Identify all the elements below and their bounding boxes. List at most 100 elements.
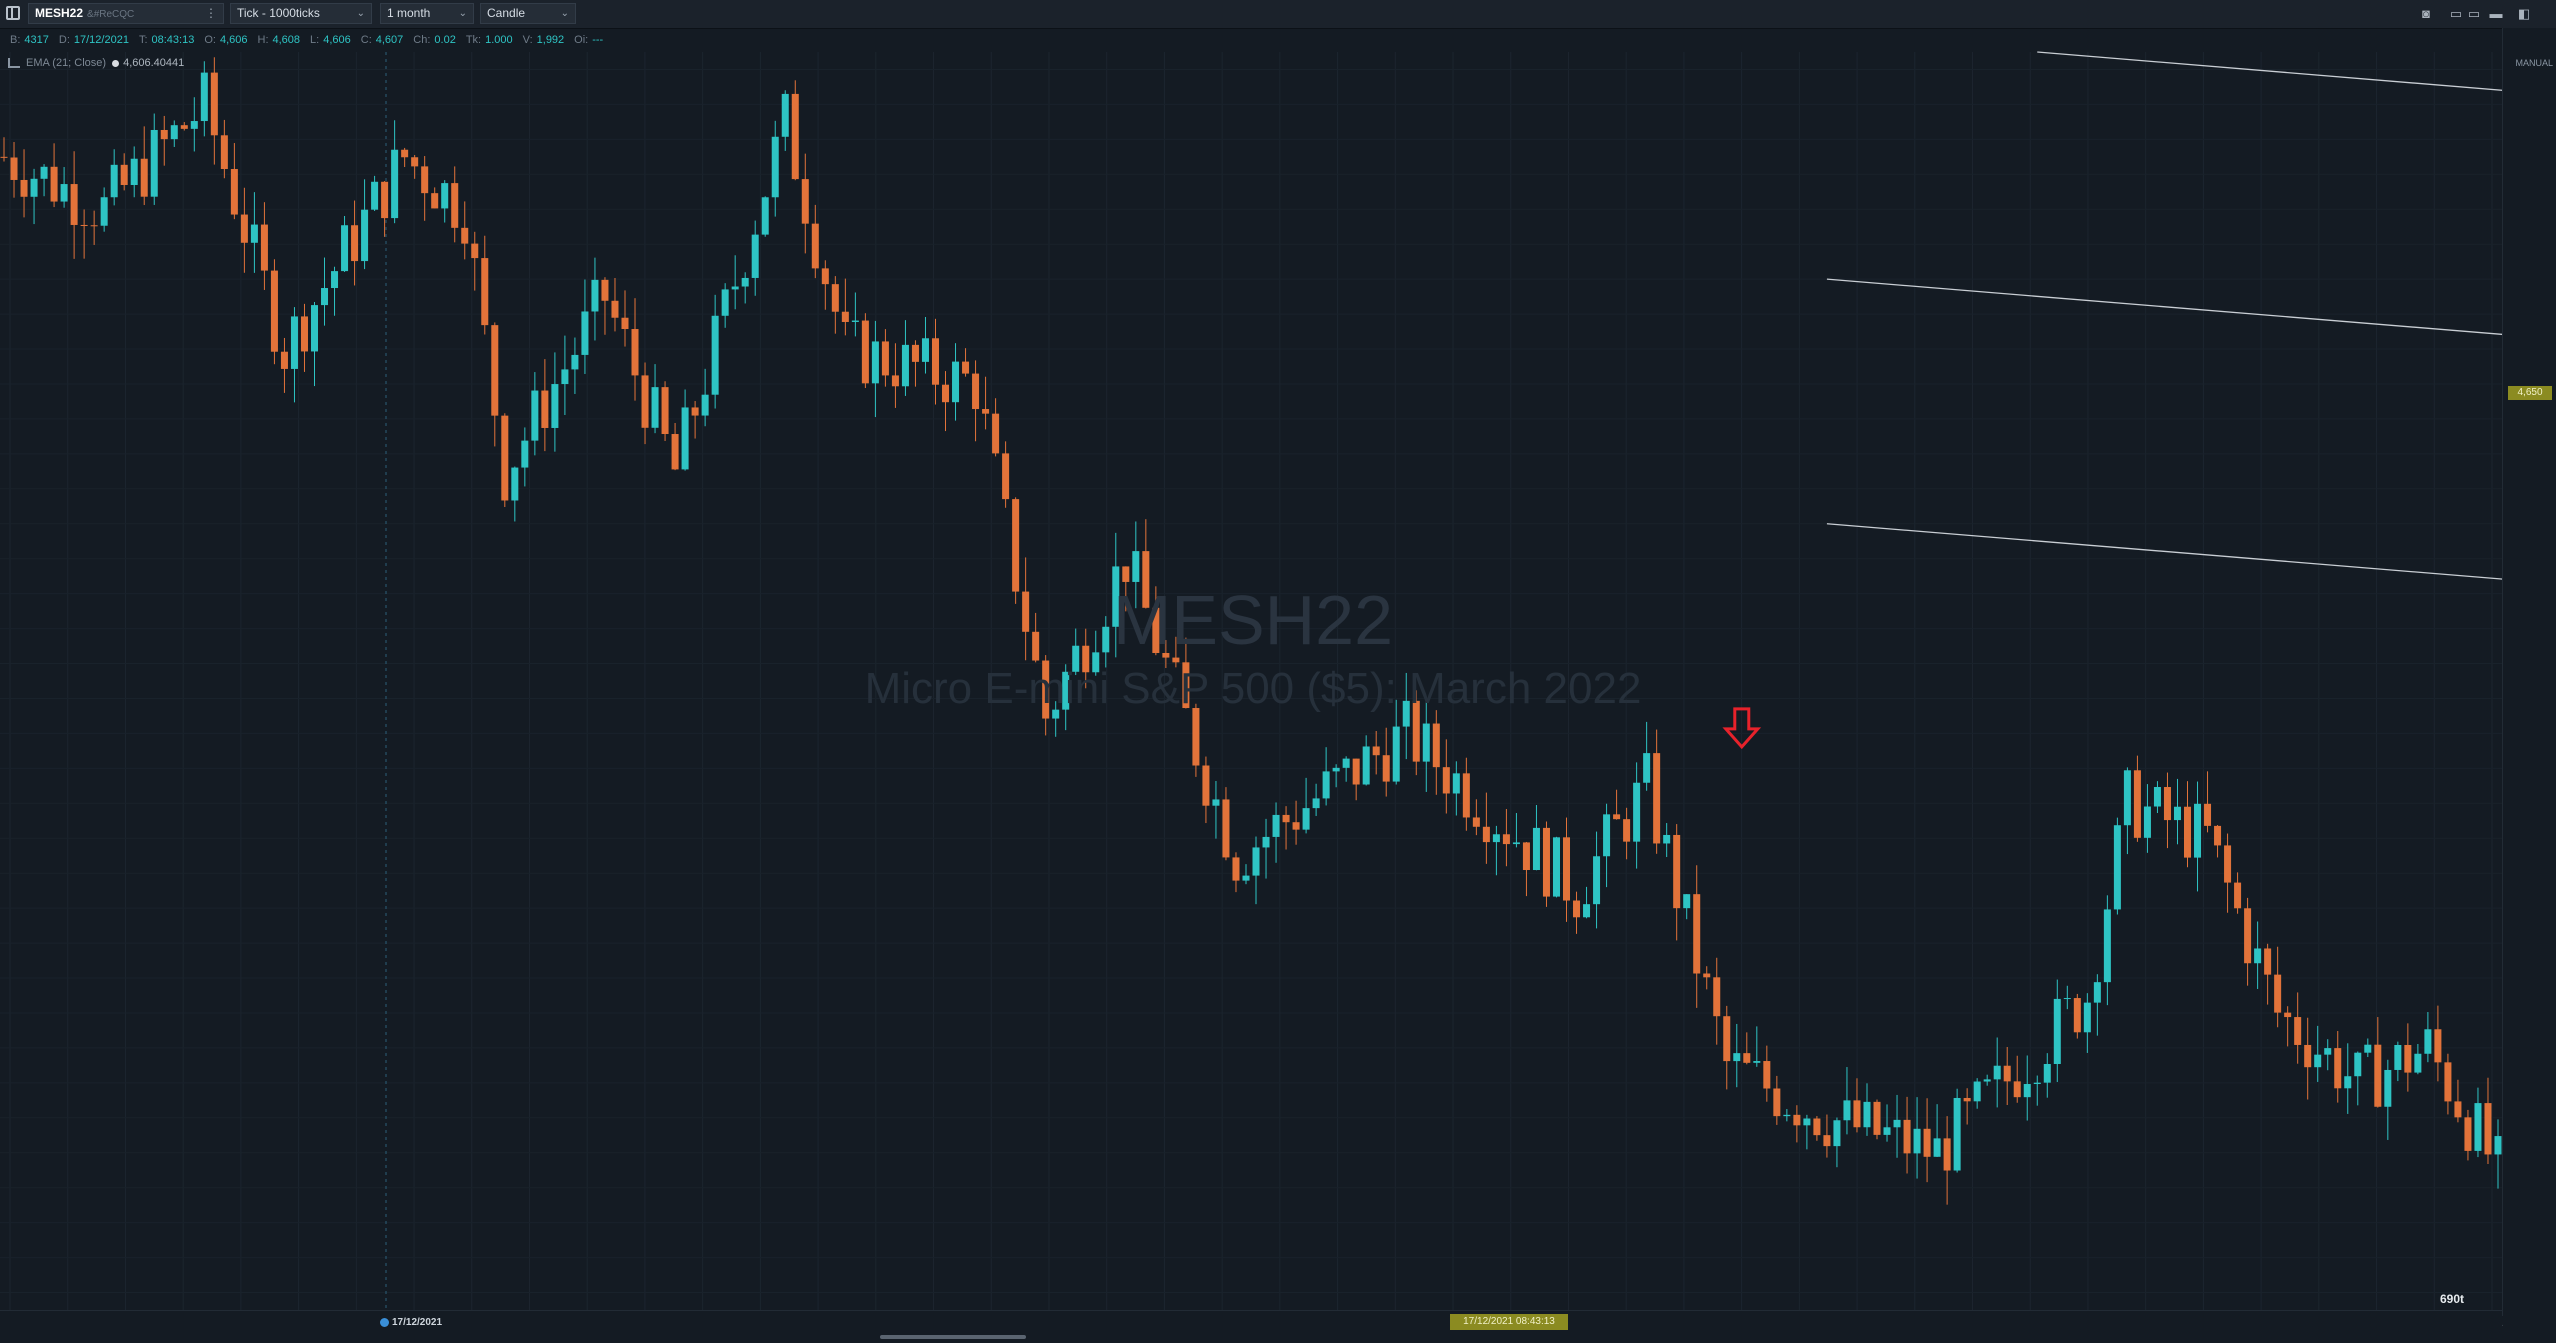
- ohlc-infobar: B: 4317 D: 17/12/2021 T: 08:43:13 O: 4,606 H: 4,6…: [0, 34, 603, 50]
- candle: [1673, 824, 1681, 941]
- candle: [1382, 727, 1390, 797]
- candle: [10, 142, 18, 198]
- info-field: T: 08:43:13: [139, 34, 194, 46]
- candle: [331, 266, 339, 316]
- candle: [50, 143, 58, 208]
- candle: [1763, 1045, 1771, 1102]
- info-field: O: 4,606: [204, 34, 247, 46]
- info-field: D: 17/12/2021: [59, 34, 129, 46]
- candle: [791, 80, 799, 181]
- candle: [2083, 993, 2091, 1053]
- candle: [2214, 825, 2222, 858]
- style-select[interactable]: Candle ⌄: [480, 3, 576, 24]
- candle: [2414, 1043, 2422, 1075]
- candle: [541, 359, 549, 452]
- candle: [2264, 943, 2272, 1005]
- tick-counter: 690t: [2440, 1292, 2465, 1306]
- chat-icon[interactable]: ◙: [2418, 6, 2434, 22]
- layout-1-icon[interactable]: ▭: [2448, 6, 2464, 22]
- candle: [2033, 1075, 2041, 1106]
- range-select[interactable]: 1 month ⌄: [380, 3, 474, 24]
- symbol-menu-icon[interactable]: ⋮: [205, 4, 217, 23]
- candle: [140, 126, 148, 206]
- candle: [421, 156, 429, 221]
- candle: [1362, 735, 1370, 786]
- candle: [2194, 781, 2202, 892]
- candle: [1593, 831, 1601, 929]
- candle: [1923, 1098, 1931, 1183]
- candle: [321, 257, 329, 326]
- candle: [2153, 781, 2161, 814]
- candle: [381, 181, 389, 237]
- candle: [2454, 1079, 2462, 1123]
- info-value: 4,606: [219, 34, 248, 46]
- candle: [2494, 1119, 2502, 1189]
- candle: [962, 348, 970, 377]
- info-value: 08:43:13: [151, 34, 195, 46]
- candle: [230, 143, 238, 220]
- watermark-symbol: MESH22: [1112, 581, 1394, 659]
- candle: [1653, 729, 1661, 854]
- candle: [90, 210, 98, 245]
- info-field: C: 4,607: [361, 34, 404, 46]
- candle: [1833, 1117, 1841, 1168]
- candle: [1973, 1078, 1981, 1109]
- layout-2-icon[interactable]: ▭: [2466, 6, 2482, 22]
- symbol-field[interactable]: MESH22 &#ReCQC ⋮: [28, 3, 224, 24]
- candle: [1953, 1088, 1961, 1173]
- candle: [200, 61, 208, 137]
- time-scrollbar[interactable]: [880, 1335, 1026, 1339]
- candle: [1803, 1114, 1811, 1150]
- candle: [731, 255, 739, 310]
- candle: [1933, 1104, 1941, 1157]
- candle: [270, 259, 278, 365]
- candle: [2043, 1053, 2051, 1098]
- candle: [521, 427, 529, 487]
- indicator-dot-icon: [112, 59, 120, 67]
- range-value: 1 month: [387, 6, 431, 20]
- price-axis[interactable]: MANUAL: [2502, 28, 2556, 1316]
- candle: [1823, 1114, 1831, 1158]
- candle: [210, 57, 218, 165]
- candle: [1322, 747, 1330, 806]
- time-axis[interactable]: [0, 1310, 2502, 1343]
- layout-3-icon[interactable]: ▬: [2488, 6, 2504, 22]
- candle: [952, 343, 960, 421]
- candle: [461, 201, 469, 260]
- indicator-legend[interactable]: EMA (21; Close) 4,606.40441: [8, 57, 184, 69]
- candle: [1452, 761, 1460, 816]
- info-key: Ch:: [413, 34, 431, 46]
- candle: [2284, 1006, 2292, 1047]
- candle: [831, 276, 839, 334]
- info-field: V: 1,992: [523, 34, 565, 46]
- candle: [30, 168, 38, 225]
- info-field: Oi: ---: [574, 34, 603, 46]
- candle: [2324, 1039, 2332, 1071]
- candle: [671, 423, 679, 471]
- candle: [150, 113, 158, 205]
- info-field: L: 4,606: [310, 34, 351, 46]
- candle: [1252, 836, 1260, 905]
- candle: [1212, 780, 1220, 839]
- interval-select[interactable]: Tick - 1000ticks ⌄: [230, 3, 372, 24]
- candle: [621, 290, 629, 347]
- candle: [861, 313, 869, 389]
- candle: [130, 146, 138, 198]
- info-value: 17/12/2021: [73, 34, 129, 46]
- candle: [491, 322, 499, 447]
- candle: [591, 257, 599, 341]
- price-axis-mode[interactable]: MANUAL: [2515, 58, 2553, 68]
- candle: [1262, 818, 1270, 879]
- candle: [531, 372, 539, 456]
- candle: [1442, 739, 1450, 814]
- candle: [1432, 710, 1440, 795]
- info-key: H:: [257, 34, 269, 46]
- info-value: 4,608: [272, 34, 301, 46]
- candle: [160, 115, 168, 166]
- candle: [1332, 764, 1340, 788]
- current-price-label: 4,650: [2508, 386, 2552, 400]
- info-key: D:: [58, 34, 70, 46]
- sidebar-toggle-icon[interactable]: ◧: [2516, 6, 2532, 22]
- info-value: ---: [592, 34, 604, 46]
- panel-toggle-icon[interactable]: [6, 6, 20, 20]
